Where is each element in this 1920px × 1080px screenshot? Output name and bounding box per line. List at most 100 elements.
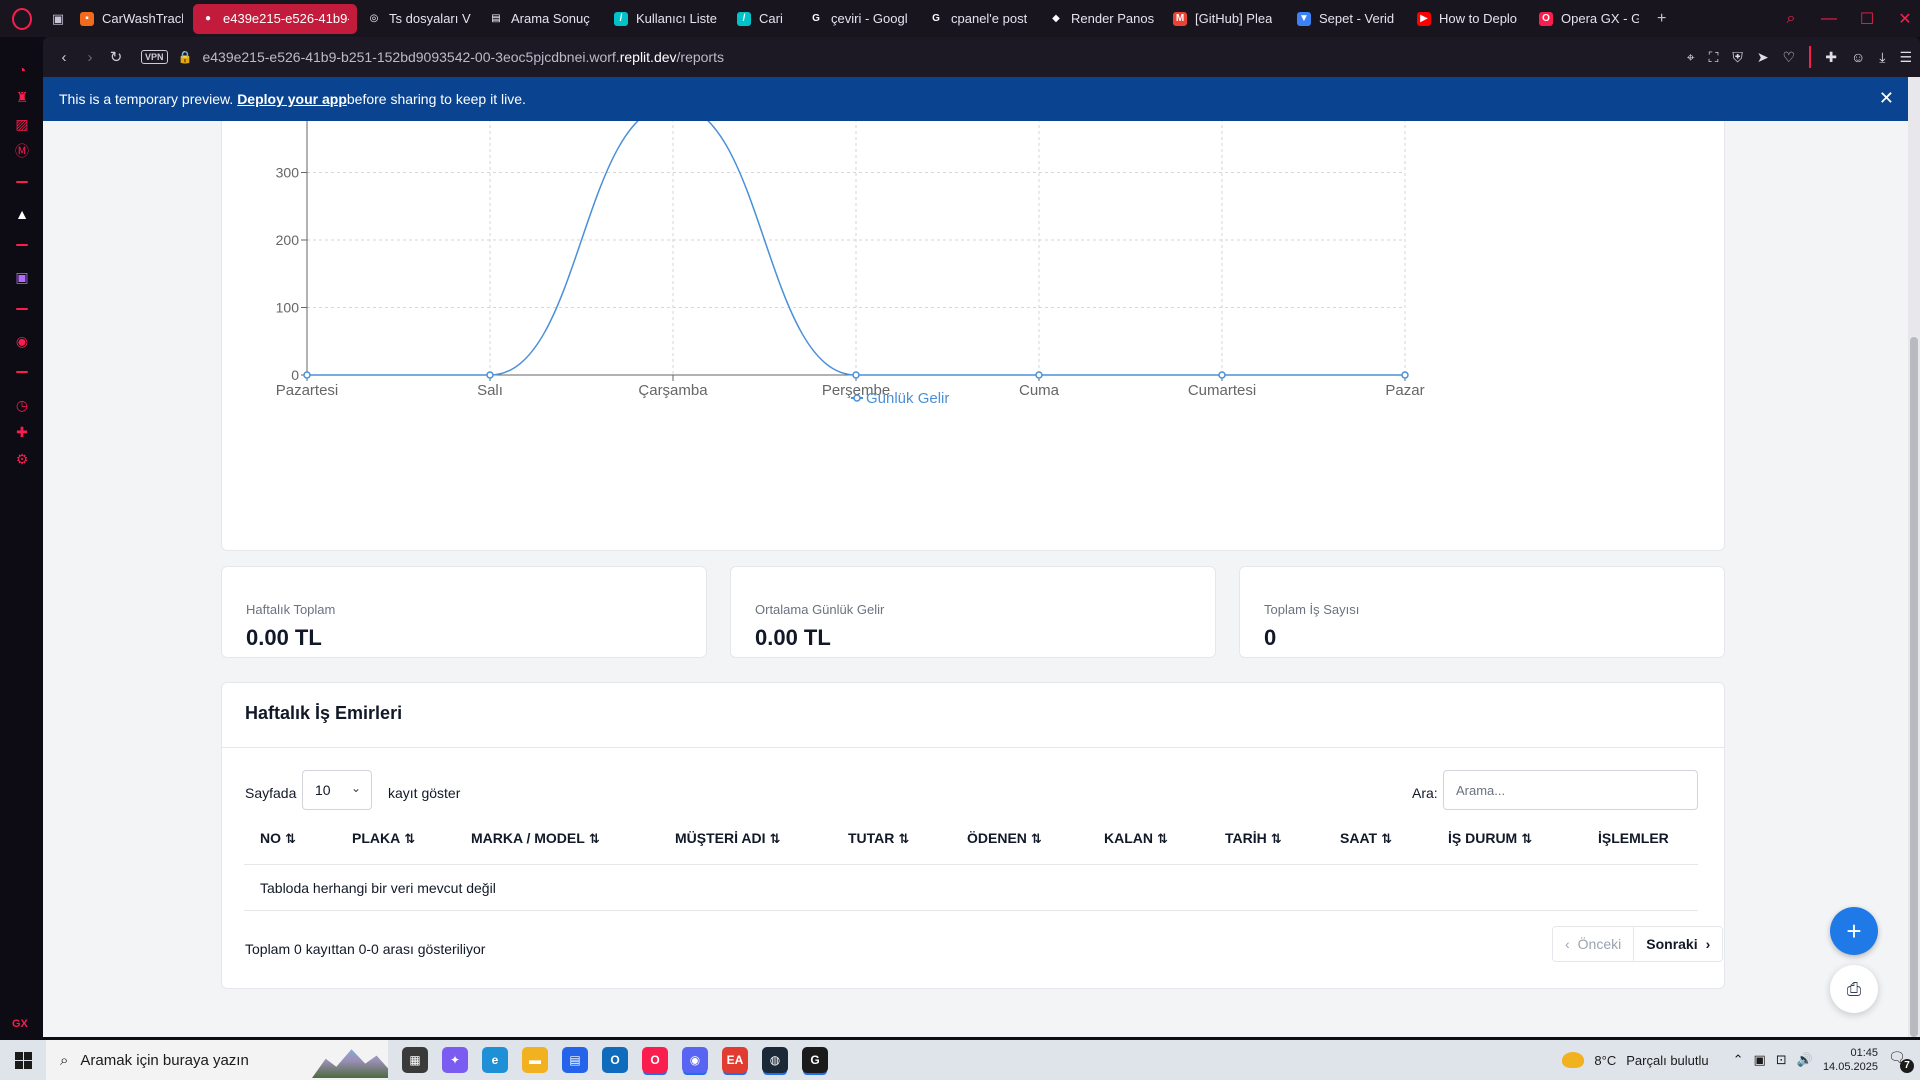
previous-page-button[interactable]: ‹ Önceki [1552, 926, 1635, 962]
profile-icon[interactable]: ☺ [1851, 49, 1865, 65]
browser-tab[interactable]: ◆ Render Panos [1041, 4, 1163, 34]
taskbar-clock[interactable]: 01:45 14.05.2025 [1823, 1046, 1878, 1074]
weather-temp[interactable]: 8°C [1594, 1053, 1616, 1068]
chevron-left-icon: ‹ [1565, 936, 1570, 952]
downloads-icon[interactable]: ⤓ [1879, 49, 1885, 66]
settings-icon[interactable]: ⚙ [13, 450, 31, 468]
tab-menu-icon[interactable]: ▣ [44, 0, 72, 37]
flow-icon[interactable]: ➤ [1757, 49, 1769, 66]
deploy-link[interactable]: Deploy your app [237, 91, 347, 107]
weekly-work-orders-card: Haftalık İş Emirleri Sayfada 10 ⌄ kayıt … [221, 682, 1725, 989]
notification-count: 7 [1900, 1059, 1914, 1073]
column-header-no[interactable]: NO ⇅ [260, 830, 296, 847]
table-search-input[interactable] [1443, 770, 1698, 810]
scrollbar-thumb[interactable] [1910, 337, 1918, 1037]
lock-icon[interactable]: 🔒 [178, 50, 193, 64]
weather-desc[interactable]: Parçalı bulutlu [1626, 1053, 1708, 1068]
start-button[interactable] [0, 1040, 46, 1080]
forward-icon[interactable]: › [77, 49, 103, 66]
gx-corner-icon[interactable]: ♜ [13, 88, 31, 106]
banner-close-icon[interactable]: ✕ [1879, 88, 1894, 109]
column-header-customer[interactable]: MÜŞTERİ ADI ⇅ [675, 830, 780, 847]
player-icon[interactable]: ◉ [13, 332, 31, 350]
column-header-remaining[interactable]: KALAN ⇅ [1104, 830, 1168, 847]
twitch-icon[interactable]: ▣ [13, 268, 31, 286]
pin-icon[interactable]: ⌖ [1687, 49, 1695, 66]
header-divider [244, 864, 1698, 865]
browser-tab[interactable]: ◎ Ts dosyaları V [359, 4, 479, 34]
reload-icon[interactable]: ↻ [103, 48, 129, 66]
url-field[interactable]: e439e215-e526-41b9-b251-152bd9093542-00-… [202, 49, 724, 65]
add-work-order-button[interactable]: + [1830, 907, 1878, 955]
column-header-amount[interactable]: TUTAR ⇅ [848, 830, 909, 847]
tab-title: cpanel'e post [951, 11, 1028, 26]
extensions-toolbar-icon[interactable]: ✚ [1825, 49, 1837, 66]
column-header-label: TUTAR [848, 830, 895, 846]
maximize-window-button[interactable]: ☐ [1858, 9, 1876, 29]
weather-icon[interactable] [1562, 1052, 1585, 1068]
opera-menu-button[interactable] [0, 0, 44, 37]
history-icon[interactable]: ◷ [13, 396, 31, 414]
copilot-icon[interactable]: ✦ [442, 1047, 468, 1073]
column-header-plate[interactable]: PLAKA ⇅ [352, 830, 415, 847]
steam-icon[interactable]: ◍ [762, 1047, 788, 1073]
snapshot-icon[interactable]: ⛶ [1709, 49, 1719, 66]
gx-cleaner-icon[interactable]: ▨ [13, 115, 31, 133]
url-prefix: e439e215-e526-41b9-b251-152bd9093542-00-… [202, 49, 620, 65]
gx-control-icon[interactable]: ◔ [13, 61, 31, 79]
extensions-icon[interactable]: ✚ [13, 423, 31, 441]
file-explorer-icon[interactable]: ▬ [522, 1047, 548, 1073]
discord-icon[interactable]: ◉ [682, 1047, 708, 1073]
browser-tab[interactable]: ● e439e215-e526-41b9-b [193, 3, 357, 34]
browser-tab[interactable]: ▼ Sepet - Verid [1289, 4, 1407, 34]
search-tabs-icon[interactable]: ⌕ [1782, 10, 1800, 28]
edge-icon[interactable]: e [482, 1047, 508, 1073]
previous-page-label: Önceki [1577, 936, 1622, 952]
browser-tab[interactable]: ▪ CarWashTrack [72, 4, 191, 34]
browser-tab[interactable]: O Opera GX - G [1531, 4, 1647, 34]
browser-tab[interactable]: / Cari [729, 4, 799, 34]
column-header-job-status[interactable]: İŞ DURUM ⇅ [1448, 830, 1532, 847]
tab-title: Opera GX - G [1561, 11, 1639, 26]
notifications-button[interactable]: 🗨 7 [1888, 1049, 1914, 1073]
store-icon[interactable]: ▤ [562, 1047, 588, 1073]
browser-tab[interactable]: Gçeviri - Googl [801, 4, 919, 34]
bookmark-heart-icon[interactable]: ♡ [1783, 49, 1796, 66]
network-icon[interactable]: ⊡ [1776, 1052, 1787, 1068]
page-scrollbar[interactable] [1908, 77, 1920, 1037]
browser-tab[interactable]: M [GitHub] Plea [1165, 4, 1287, 34]
column-header-time[interactable]: SAAT ⇅ [1340, 830, 1392, 847]
column-header-brand-model[interactable]: MARKA / MODEL ⇅ [471, 830, 600, 847]
page-length-select[interactable]: 10 ⌄ [302, 770, 372, 810]
print-button[interactable]: ⎙ [1830, 965, 1878, 1013]
github-desktop-icon[interactable]: G [802, 1047, 828, 1073]
taskbar-search-placeholder: Aramak için buraya yazın [80, 1051, 249, 1069]
outlook-icon[interactable]: O [602, 1047, 628, 1073]
minimize-window-button[interactable]: — [1820, 10, 1838, 28]
column-header-paid[interactable]: ÖDENEN ⇅ [967, 830, 1042, 847]
opera-gx-icon[interactable]: O [642, 1047, 668, 1073]
task-view-icon[interactable]: ▦ [402, 1047, 428, 1073]
y-tick-label: 200 [276, 232, 300, 248]
next-page-button[interactable]: Sonraki › [1634, 926, 1724, 962]
taskbar-search[interactable]: ⌕ Aramak için buraya yazın [46, 1040, 388, 1080]
easy-setup-icon[interactable]: ☰ [1899, 49, 1912, 66]
meet-now-icon[interactable]: ▣ [1754, 1052, 1766, 1068]
url-host: replit.dev [619, 49, 677, 65]
vpn-badge[interactable]: VPN [141, 50, 168, 64]
volume-icon[interactable]: 🔊 [1797, 1052, 1813, 1068]
column-header-date[interactable]: TARİH ⇅ [1225, 830, 1282, 847]
browser-tab[interactable]: / Kullanıcı Liste [606, 4, 727, 34]
sort-icon: ⇅ [898, 831, 910, 846]
gmail-icon[interactable]: Ⓜ [13, 142, 31, 160]
back-icon[interactable]: ‹ [51, 49, 77, 66]
adblock-icon[interactable]: ⛨ [1732, 49, 1743, 66]
browser-tab[interactable]: ▤ Arama Sonuç [481, 4, 604, 34]
tray-overflow-icon[interactable]: ⌃ [1733, 1052, 1744, 1068]
browser-tab[interactable]: Gcpanel'e post [921, 4, 1039, 34]
aria-icon[interactable]: ▲ [13, 205, 31, 223]
ea-icon[interactable]: EA [722, 1047, 748, 1073]
browser-tab[interactable]: ▶ How to Deplo [1409, 4, 1529, 34]
close-window-button[interactable]: ✕ [1896, 9, 1914, 29]
new-tab-button[interactable]: + [1649, 4, 1674, 34]
